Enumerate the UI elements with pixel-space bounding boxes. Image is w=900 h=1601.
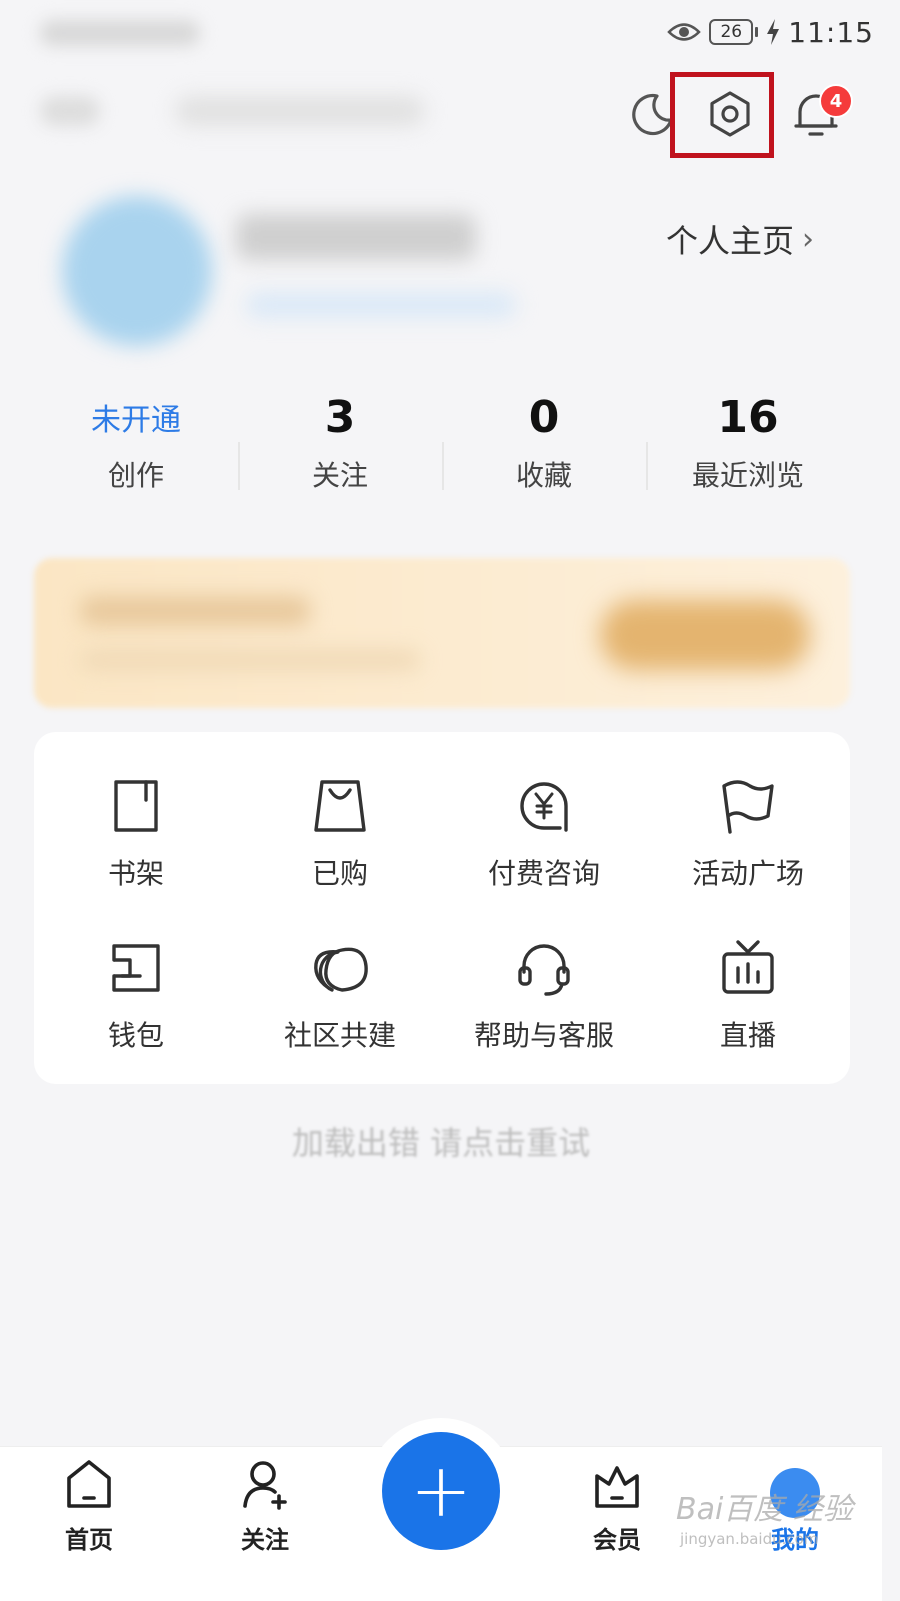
stat-creation[interactable]: 未开通 创作 [34, 386, 238, 506]
community-icon [314, 947, 368, 992]
bookshelf-icon [114, 780, 158, 832]
promo-subtitle-blurred [80, 650, 420, 670]
load-error-retry[interactable]: 加载出错 请点击重试 [0, 1118, 882, 1164]
watermark-url: jingyan.baidu.com [680, 1530, 819, 1548]
header-blurred-title [175, 96, 425, 126]
grid-item-label: 已购 [311, 857, 368, 890]
headset-icon [518, 944, 570, 996]
settings-highlight-box [670, 72, 774, 158]
home-icon [67, 1460, 111, 1508]
stat-value: 未开通 [91, 403, 181, 438]
stat-label: 关注 [311, 459, 368, 492]
battery-level: 26 [720, 22, 743, 42]
grid-item-live[interactable]: 直播 [646, 936, 850, 1054]
grid-item-wallet[interactable]: 钱包 [34, 936, 238, 1054]
nav-follow[interactable]: 关注 [205, 1456, 325, 1555]
stat-label: 最近浏览 [691, 459, 804, 492]
charging-icon [767, 19, 780, 45]
stat-favorites[interactable]: 0 收藏 [442, 386, 646, 506]
chevron-right-icon: › [802, 221, 814, 257]
follow-user-icon [243, 1461, 287, 1510]
username-blurred [236, 214, 476, 260]
grid-item-label: 活动广场 [691, 857, 804, 890]
grid-item-label: 社区共建 [283, 1019, 396, 1052]
add-post-button[interactable]: + [382, 1432, 500, 1550]
nav-label: 会员 [593, 1526, 641, 1554]
grid-item-activity[interactable]: 活动广场 [646, 774, 850, 892]
grid-item-label: 钱包 [107, 1019, 164, 1052]
paid-consult-icon [520, 782, 568, 832]
grid-item-label: 帮助与客服 [473, 1019, 614, 1052]
stat-value: 16 [717, 391, 779, 443]
user-subtitle-blurred [246, 292, 516, 318]
flag-icon [722, 780, 774, 834]
promo-button-blurred[interactable] [600, 600, 810, 670]
stat-value: 0 [528, 391, 560, 443]
avatar[interactable] [62, 196, 212, 346]
grid-item-bookshelf[interactable]: 书架 [34, 774, 238, 892]
header-blurred-item [40, 96, 100, 126]
stat-value: 3 [324, 391, 356, 443]
eye-icon [667, 23, 702, 41]
stat-recent[interactable]: 16 最近浏览 [646, 386, 850, 506]
wallet-icon [112, 944, 160, 992]
notification-badge: 4 [819, 84, 853, 118]
nav-vip[interactable]: 会员 [557, 1456, 677, 1555]
grid-item-purchased[interactable]: 已购 [238, 774, 442, 892]
status-time: 11:15 [788, 15, 874, 49]
function-grid-card: 书架 已购 付费咨询 活动广场 钱包 社区共建 帮助与客服 直播 [34, 732, 850, 1084]
stats-row: 未开通 创作 3 关注 0 收藏 16 最近浏览 [34, 386, 850, 506]
grid-item-label: 书架 [107, 857, 164, 890]
grid-item-label: 直播 [719, 1019, 776, 1052]
nav-label: 关注 [241, 1526, 289, 1554]
grid-item-community[interactable]: 社区共建 [238, 936, 442, 1054]
promo-title-blurred [80, 596, 310, 626]
shopping-bag-icon [314, 780, 366, 832]
grid-item-help[interactable]: 帮助与客服 [442, 936, 646, 1054]
grid-item-paid-consult[interactable]: 付费咨询 [442, 774, 646, 892]
stat-divider [646, 442, 648, 490]
crown-icon [595, 1466, 639, 1508]
profile-link-label: 个人主页 [665, 222, 794, 260]
stat-following[interactable]: 3 关注 [238, 386, 442, 506]
profile-page-link[interactable]: 个人主页 › [666, 216, 814, 262]
grid-item-label: 付费咨询 [487, 857, 600, 890]
watermark-brand: Bai百度 经验 [676, 1492, 853, 1527]
stat-divider [442, 442, 444, 490]
nav-label: 首页 [65, 1526, 113, 1554]
stat-label: 创作 [107, 459, 164, 492]
stat-divider [238, 442, 240, 490]
moon-icon [632, 93, 673, 136]
status-blurred-text [40, 20, 200, 46]
status-bar: 26 11:15 [667, 12, 874, 52]
battery-indicator: 26 [709, 19, 759, 45]
nav-home[interactable]: 首页 [29, 1456, 149, 1555]
stat-label: 收藏 [515, 459, 572, 492]
tv-icon [722, 940, 774, 994]
